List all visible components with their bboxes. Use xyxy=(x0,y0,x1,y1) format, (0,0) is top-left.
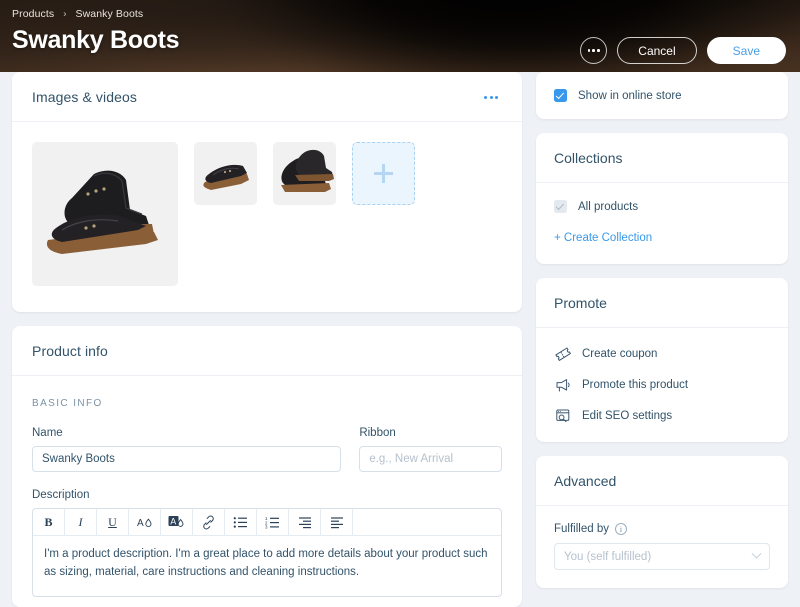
images-and-videos-card: Images & videos xyxy=(12,72,522,312)
images-card-title: Images & videos xyxy=(32,89,137,105)
dot-icon xyxy=(597,49,600,52)
italic-icon[interactable]: I xyxy=(65,509,97,535)
main-column: Images & videos Product info BASIC INFO … xyxy=(12,72,522,607)
underline-icon[interactable]: U xyxy=(97,509,129,535)
product-image-thumbnail[interactable] xyxy=(273,142,336,205)
advanced-title: Advanced xyxy=(536,456,788,506)
link-icon[interactable] xyxy=(193,509,225,535)
svg-text:3: 3 xyxy=(265,524,268,528)
page-content: Images & videos Product info BASIC INFO … xyxy=(0,72,800,607)
highlight-color-icon[interactable]: A xyxy=(161,509,193,535)
dot-icon xyxy=(484,95,487,99)
fulfilled-by-value: You (self fulfilled) xyxy=(564,550,652,563)
boot-photo-side xyxy=(194,142,257,205)
more-actions-button[interactable] xyxy=(580,37,608,64)
toolbar-filler xyxy=(353,509,501,535)
save-button[interactable]: Save xyxy=(706,37,786,64)
image-gallery xyxy=(12,122,522,312)
cancel-button[interactable]: Cancel xyxy=(617,37,697,64)
show-in-online-store-row[interactable]: Show in online store xyxy=(536,72,788,119)
bulleted-list-icon[interactable] xyxy=(225,509,257,535)
collections-card: Collections All products + Create Collec… xyxy=(536,133,788,264)
breadcrumb-products-link[interactable]: Products xyxy=(12,8,54,20)
product-info-title: Product info xyxy=(32,343,108,359)
product-image-thumbnail[interactable] xyxy=(32,142,178,286)
sidebar-column: Show in online store Collections All pro… xyxy=(536,72,788,595)
plus-icon xyxy=(374,164,393,183)
add-media-button[interactable] xyxy=(352,142,415,205)
basic-info-section-label: BASIC INFO xyxy=(32,398,103,409)
show-in-online-store-label: Show in online store xyxy=(578,89,682,102)
create-coupon-item[interactable]: Create coupon xyxy=(554,345,770,362)
svg-text:A: A xyxy=(170,516,176,526)
all-products-checkbox xyxy=(554,200,567,213)
align-left-icon[interactable] xyxy=(321,509,353,535)
fulfilled-by-label: Fulfilled by xyxy=(554,523,609,535)
dot-icon xyxy=(592,49,596,52)
promote-this-product-item[interactable]: Promote this product xyxy=(554,376,770,393)
fulfilled-by-select[interactable]: You (self fulfilled) xyxy=(554,543,770,570)
editor-toolbar: B I U A A 1 2 3 xyxy=(33,509,501,536)
fulfilled-by-label-row: Fulfilled by i xyxy=(554,523,770,535)
product-info-header: Product info xyxy=(12,326,522,376)
advanced-body: Fulfilled by i You (self fulfilled) xyxy=(536,506,788,588)
page-header: Products › Swanky Boots Swanky Boots Can… xyxy=(0,0,800,72)
collections-body: All products + Create Collection xyxy=(536,183,788,264)
create-coupon-label: Create coupon xyxy=(582,347,658,360)
ribbon-field-group: Ribbon xyxy=(359,427,502,472)
product-info-form: BASIC INFO Name Ribbon Description xyxy=(12,376,522,607)
name-field-group: Name xyxy=(32,427,342,472)
images-card-menu-button[interactable] xyxy=(480,92,502,103)
breadcrumb: Products › Swanky Boots xyxy=(12,8,143,20)
align-right-icon[interactable] xyxy=(289,509,321,535)
chevron-right-icon: › xyxy=(63,8,67,19)
edit-seo-settings-item[interactable]: Edit SEO settings xyxy=(554,407,770,424)
images-card-header: Images & videos xyxy=(12,72,522,122)
boot-photo-primary xyxy=(32,142,178,286)
boot-photo-pair xyxy=(273,142,336,205)
description-label: Description xyxy=(32,489,90,501)
numbered-list-icon[interactable]: 1 2 3 xyxy=(257,509,289,535)
promote-body: Create coupon Promote this product Edit … xyxy=(536,328,788,442)
product-image-thumbnail[interactable] xyxy=(194,142,257,205)
dot-icon xyxy=(587,49,591,52)
promote-card: Promote Create coupon Promote this produ… xyxy=(536,278,788,442)
promote-title: Promote xyxy=(536,278,788,328)
name-ribbon-row: Name Ribbon xyxy=(32,427,502,472)
description-text[interactable]: I'm a product description. I'm a great p… xyxy=(33,536,501,596)
product-info-card: Product info BASIC INFO Name Ribbon Desc… xyxy=(12,326,522,607)
all-products-label: All products xyxy=(578,200,639,213)
name-label: Name xyxy=(32,427,63,439)
chevron-down-icon xyxy=(751,548,762,559)
seo-icon xyxy=(554,407,571,424)
page-title: Swanky Boots xyxy=(12,26,180,54)
create-collection-link[interactable]: + Create Collection xyxy=(554,232,652,244)
name-input[interactable] xyxy=(32,446,342,472)
promote-this-product-label: Promote this product xyxy=(582,378,689,391)
description-editor: B I U A A 1 2 3 I'm a product descriptio… xyxy=(32,508,502,597)
description-field-group: Description B I U A A 1 2 3 I'm a produc… xyxy=(32,489,502,597)
breadcrumb-current: Swanky Boots xyxy=(75,8,144,20)
text-color-icon[interactable]: A xyxy=(129,509,161,535)
info-icon[interactable]: i xyxy=(614,523,627,535)
edit-seo-settings-label: Edit SEO settings xyxy=(582,409,673,422)
header-actions: Cancel Save xyxy=(580,37,786,64)
ribbon-input[interactable] xyxy=(359,446,502,472)
megaphone-icon xyxy=(554,376,571,393)
advanced-card: Advanced Fulfilled by i You (self fulfil… xyxy=(536,456,788,588)
collections-title: Collections xyxy=(536,133,788,183)
ribbon-label: Ribbon xyxy=(359,427,396,439)
collection-item-all-products[interactable]: All products xyxy=(554,200,770,213)
online-store-card: Show in online store xyxy=(536,72,788,119)
svg-text:A: A xyxy=(137,518,144,529)
show-in-online-store-checkbox[interactable] xyxy=(554,89,567,102)
dot-icon xyxy=(495,95,498,99)
coupon-icon xyxy=(554,345,571,362)
dot-icon xyxy=(489,95,493,99)
bold-icon[interactable]: B xyxy=(33,509,65,535)
